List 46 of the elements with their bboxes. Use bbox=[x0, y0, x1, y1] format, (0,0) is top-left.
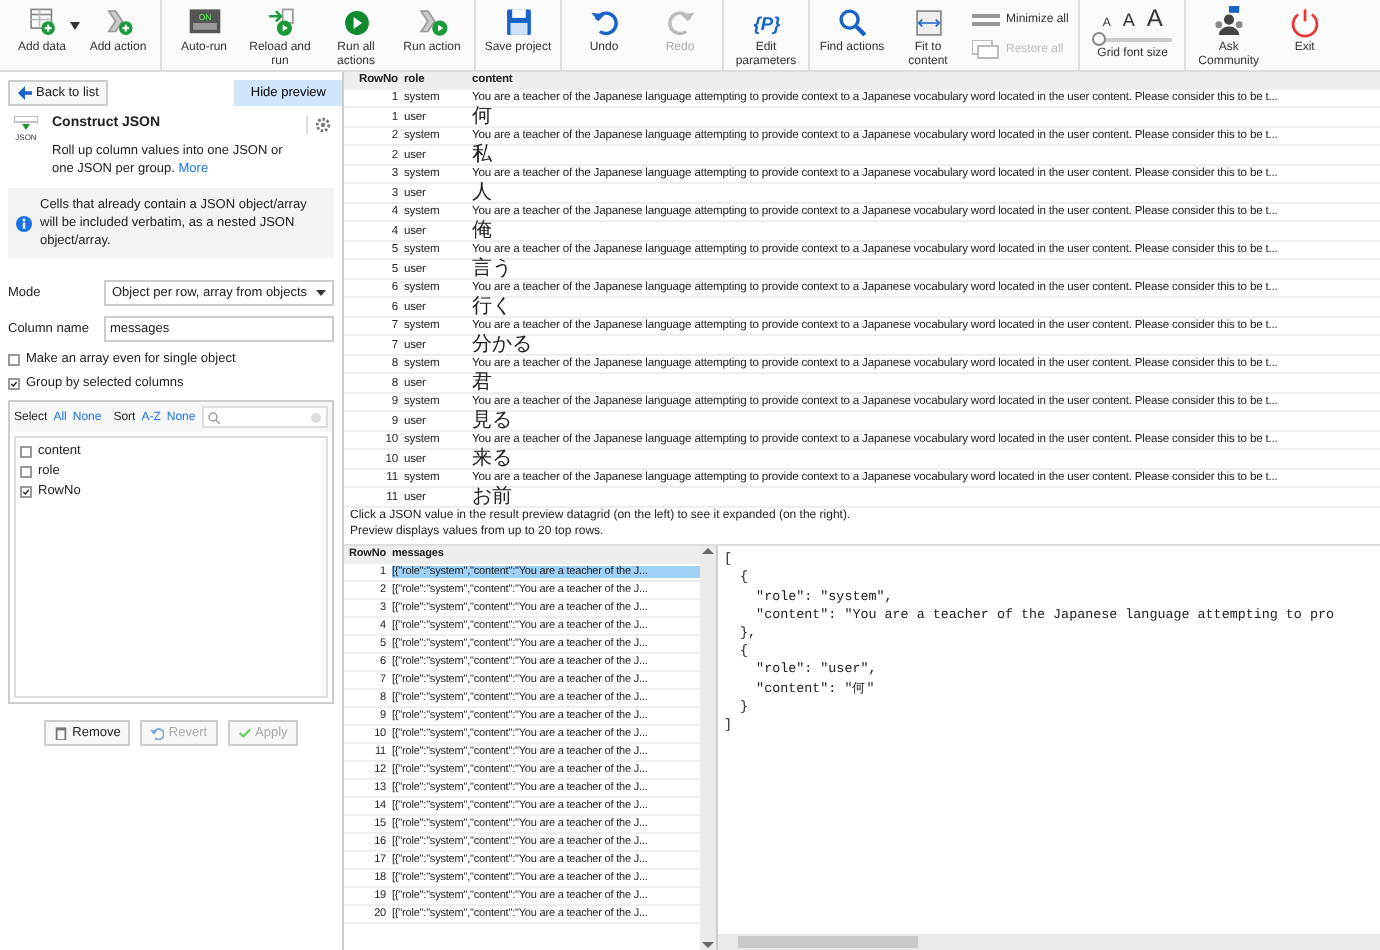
scrollbar[interactable] bbox=[718, 934, 1380, 950]
action-add-icon bbox=[101, 6, 135, 40]
font-size-letter[interactable]: A bbox=[1122, 10, 1135, 30]
search-icon bbox=[835, 6, 869, 40]
table-cell-text: 来る bbox=[472, 450, 514, 470]
table-cell-text: 人 bbox=[472, 184, 494, 204]
minimize-icon bbox=[972, 9, 1000, 30]
info-icon bbox=[16, 215, 32, 232]
checkbox[interactable] bbox=[8, 353, 20, 366]
scrollbar[interactable] bbox=[700, 546, 716, 950]
check-icon bbox=[237, 726, 252, 741]
table-cell-text: 君 bbox=[472, 374, 494, 394]
save-icon bbox=[501, 6, 535, 40]
table-add-icon bbox=[25, 6, 59, 40]
power-icon bbox=[1287, 6, 1322, 40]
restore-icon bbox=[972, 40, 1000, 61]
table-cell-text: 見る bbox=[472, 412, 514, 432]
table-cell-text: 分かる bbox=[472, 336, 534, 356]
scroll-down-icon[interactable] bbox=[702, 938, 714, 950]
run-action-icon bbox=[415, 6, 449, 40]
caret-icon bbox=[316, 290, 326, 297]
checkbox[interactable] bbox=[8, 377, 20, 390]
checkbox[interactable] bbox=[20, 485, 32, 498]
table-cell-text: 行く bbox=[472, 298, 514, 318]
reload-run-icon bbox=[263, 6, 297, 40]
undo-icon bbox=[150, 726, 165, 741]
community-icon bbox=[1211, 6, 1246, 40]
checkbox[interactable] bbox=[20, 465, 32, 478]
font-size-letter[interactable]: A bbox=[1146, 4, 1163, 32]
table-cell-text: 何 bbox=[472, 108, 494, 128]
parameters-icon: {P} bbox=[749, 6, 783, 40]
fit-icon bbox=[911, 6, 945, 40]
search-field[interactable] bbox=[201, 406, 328, 429]
arrow-icon bbox=[18, 86, 32, 100]
checkbox[interactable] bbox=[20, 445, 32, 458]
table-cell-text: 私 bbox=[472, 146, 494, 166]
settings-icon[interactable] bbox=[306, 116, 332, 134]
trash-icon bbox=[54, 726, 69, 741]
caret-icon bbox=[70, 22, 80, 30]
table-cell-text: 言う bbox=[472, 260, 514, 280]
redo-icon bbox=[663, 6, 697, 40]
table-cell-text: 俺 bbox=[472, 222, 494, 242]
search-icon bbox=[207, 411, 220, 424]
run-icon bbox=[339, 6, 373, 40]
undo-icon bbox=[587, 6, 621, 40]
table-cell-text: お前 bbox=[472, 488, 514, 508]
